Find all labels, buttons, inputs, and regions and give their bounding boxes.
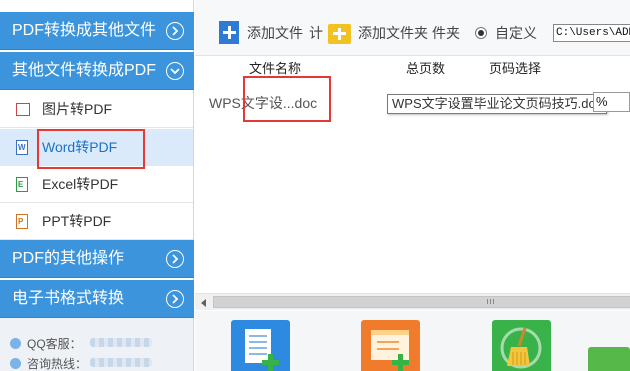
horizontal-scrollbar[interactable]	[195, 293, 630, 310]
section-ebook-convert-label: 电子书格式转换	[12, 290, 125, 307]
grip-icon	[487, 299, 494, 304]
clear-list-button[interactable]	[492, 320, 551, 371]
section-other-to-pdf[interactable]: 其他文件转换成PDF	[0, 52, 194, 90]
person-icon	[10, 338, 21, 349]
section-other-to-pdf-label: 其他文件转换成PDF	[12, 62, 157, 79]
word-file-icon: W	[16, 140, 28, 155]
highlight-box	[243, 76, 331, 122]
file-list: 文件名称 总页数 页码选择 WPS文字设...doc WPS文字设置毕业论文页码…	[195, 56, 630, 310]
hotline-row: 咨询热线：	[10, 355, 87, 371]
sidebar-item-label: Excel转PDF	[42, 176, 119, 192]
sidebar-item-label: PPT转PDF	[42, 213, 112, 229]
scroll-thumb[interactable]	[213, 296, 630, 308]
broom-icon	[500, 327, 542, 369]
scroll-left-icon[interactable]	[201, 299, 206, 307]
plus-icon	[389, 354, 413, 371]
plus-icon	[259, 354, 283, 371]
ppt-file-icon: P	[16, 214, 28, 229]
add-folder-button[interactable]: 添加文件夹	[358, 23, 428, 43]
custom-radio[interactable]	[475, 27, 487, 39]
qq-support-label: QQ客服：	[27, 337, 82, 351]
start-convert-button[interactable]	[588, 347, 630, 371]
section-pdf-other-ops[interactable]: PDF的其他操作	[0, 240, 194, 278]
highlight-box	[37, 129, 145, 169]
chevron-right-icon	[166, 290, 184, 308]
section-pdf-to-other[interactable]: PDF转换成其他文件	[0, 12, 194, 50]
add-file-overlap-text: 计	[309, 25, 323, 41]
chevron-right-icon	[166, 250, 184, 268]
progress-cell: %	[593, 92, 630, 112]
header-total-pages: 总页数	[406, 61, 446, 76]
hotline-label: 咨询热线：	[27, 357, 88, 371]
add-file-large-button[interactable]	[231, 320, 290, 371]
sidebar-item-image-to-pdf[interactable]: 图片转PDF	[0, 91, 193, 128]
add-file-icon[interactable]	[219, 21, 239, 44]
person-icon	[10, 358, 21, 369]
chevron-right-icon	[166, 22, 184, 40]
blurred-qq	[90, 338, 152, 347]
sidebar-item-label: 图片转PDF	[42, 101, 112, 117]
qq-support-row: QQ客服：	[10, 335, 82, 352]
excel-file-icon: E	[16, 177, 28, 192]
header-filename: 文件名称	[249, 61, 302, 76]
contact-panel: QQ客服： 咨询热线：	[0, 318, 193, 371]
sidebar-item-ppt-to-pdf[interactable]: P PPT转PDF	[0, 203, 193, 240]
sidebar-item-excel-to-pdf[interactable]: E Excel转PDF	[0, 166, 193, 203]
section-ebook-convert[interactable]: 电子书格式转换	[0, 280, 194, 318]
blurred-phone	[90, 358, 152, 367]
filename-tooltip: WPS文字设置毕业论文页码技巧.doc	[387, 94, 608, 114]
section-pdf-other-ops-label: PDF的其他操作	[12, 250, 125, 267]
section-pdf-to-other-label: PDF转换成其他文件	[12, 22, 157, 39]
image-file-icon	[16, 103, 30, 116]
header-page-select: 页码选择	[489, 61, 542, 76]
add-file-button[interactable]: 添加文件	[247, 23, 303, 43]
add-folder-overlap-text: 件夹	[432, 25, 460, 41]
sidebar: PDF转换成其他文件 其他文件转换成PDF 图片转PDF W Word转PDF …	[0, 0, 194, 371]
output-path-input[interactable]	[553, 24, 630, 42]
add-folder-large-button[interactable]	[361, 320, 420, 371]
chevron-down-icon	[166, 62, 184, 80]
toolbar: 添加文件 计 添加文件夹 件夹 自定义	[195, 0, 630, 56]
add-folder-icon[interactable]	[328, 24, 351, 44]
action-bar	[195, 311, 630, 371]
custom-label: 自定义	[495, 25, 537, 41]
